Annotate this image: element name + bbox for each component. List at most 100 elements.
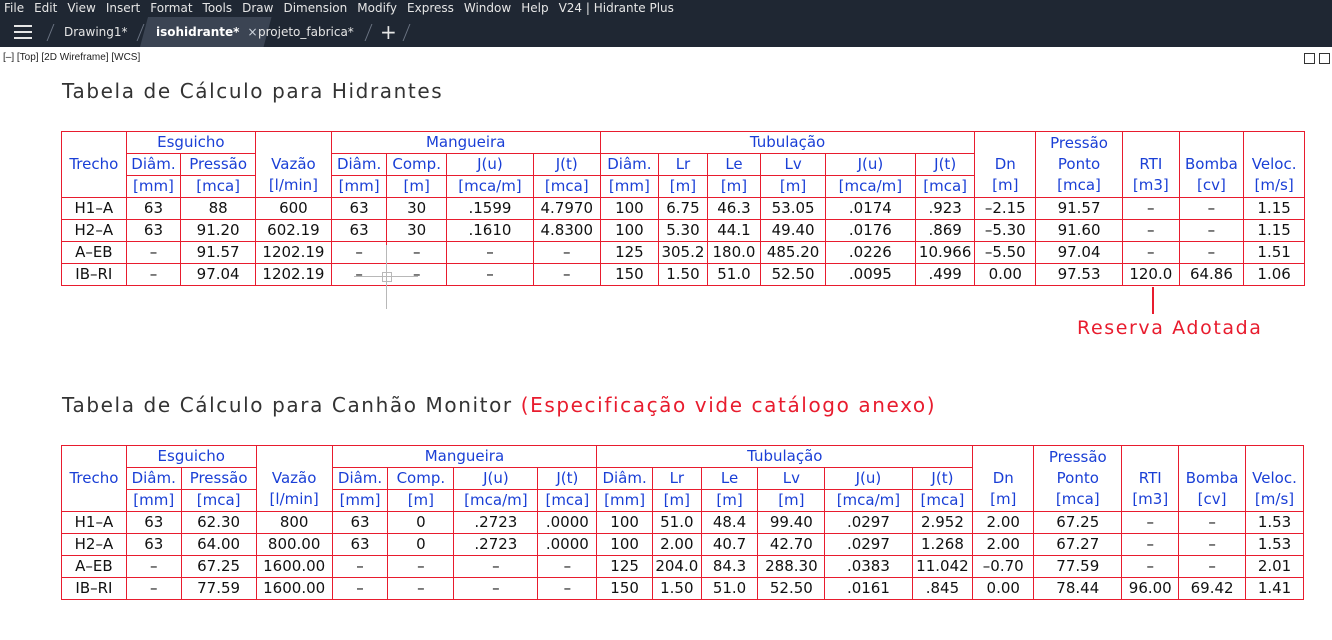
unit-tubulacao-ju: [mca/m]: [824, 489, 913, 512]
table-cell: 97.04: [1035, 241, 1123, 264]
menu-modify[interactable]: Modify: [352, 0, 402, 17]
header-tubulacao-lr: Lr: [658, 153, 708, 176]
restore-viewport-icon[interactable]: [1319, 53, 1330, 64]
table-cell: –: [1122, 197, 1180, 220]
table-cell: .2723: [453, 511, 539, 534]
viewport-controls-label[interactable]: [–] [Top] [2D Wireframe] [WCS]: [3, 52, 140, 63]
table-row: H1–A 63 88 600 63 30.1599 4.7970 100 6.75 46.3 53.…: [61, 197, 1305, 220]
tab-separator: [402, 24, 411, 41]
table-cell: –: [1122, 219, 1180, 242]
table-cell: .0000: [537, 511, 598, 534]
table-row: A–EB –67.25 1600.00– – – –125 204.0 84.3 288.30.…: [61, 555, 1304, 578]
table-cell: 100: [599, 197, 660, 220]
header-dn: Dn [m]: [972, 445, 1035, 512]
table-cell: –: [446, 263, 534, 286]
table-cell: 100: [596, 533, 653, 556]
table-cell: –: [453, 577, 539, 600]
tab-drawing1[interactable]: Drawing1*: [64, 17, 128, 47]
table-cell: 63: [125, 219, 182, 242]
table-cell: –5.50: [974, 241, 1037, 264]
viewport-window-controls[interactable]: [1300, 53, 1330, 67]
table-cell: 91.60: [1035, 219, 1123, 242]
menu-express[interactable]: Express: [402, 0, 459, 17]
table-cell: –: [125, 263, 182, 286]
table-cell: 63: [330, 197, 388, 220]
menu-help[interactable]: Help: [516, 0, 553, 17]
unit-tubulacao-lv: [m]: [760, 175, 826, 198]
table-cell: 1.41: [1245, 577, 1304, 600]
table-cell: –: [387, 577, 455, 600]
menu-window[interactable]: Window: [459, 0, 516, 17]
group-esguicho: Esguicho: [125, 131, 257, 154]
header-rti: RTI [m3]: [1121, 445, 1180, 512]
unit-mangueira-ju: [mca/m]: [446, 175, 534, 198]
unit-mangueira-diam: [mm]: [330, 175, 388, 198]
table-cell: –: [446, 241, 534, 264]
table-cell: .2723: [453, 533, 539, 556]
unit-esguicho-diam: [mm]: [125, 489, 182, 512]
tab-projeto-fabrica[interactable]: projeto_fabrica*: [258, 17, 354, 47]
table-cell: 800: [255, 511, 333, 534]
table-cell: –: [1122, 241, 1180, 264]
table2-title: Tabela de Cálculo para Canhão Monitor (E…: [62, 393, 937, 417]
unit-tubulacao-jt: [mca]: [914, 175, 976, 198]
table-cell: 1202.19: [255, 263, 332, 286]
table-cell: 1.51: [1243, 241, 1305, 264]
table-cell: 49.40: [760, 219, 826, 242]
table-cell: –: [330, 263, 388, 286]
table-cell-trecho: IB–RI: [61, 577, 127, 600]
table-cell: 2.01: [1245, 555, 1304, 578]
table-cell-trecho: H1–A: [61, 511, 127, 534]
table-cell: .0176: [824, 219, 916, 242]
table-cell: 53.05: [760, 197, 826, 220]
table-cell: –: [386, 241, 447, 264]
table-cell: 4.7970: [532, 197, 601, 220]
table-cell: 84.3: [700, 555, 759, 578]
menu-edit[interactable]: Edit: [29, 0, 62, 17]
tab-isohidrante[interactable]: isohidrante* ×: [140, 17, 272, 47]
table-cell: 63: [125, 533, 182, 556]
table-cell: 1.50: [652, 577, 702, 600]
menu-tools[interactable]: Tools: [198, 0, 238, 17]
menu-draw[interactable]: Draw: [237, 0, 278, 17]
unit-tubulacao-diam: [mm]: [596, 489, 653, 512]
menu-view[interactable]: View: [62, 0, 100, 17]
unit-esguicho-diam: [mm]: [125, 175, 182, 198]
menu-format[interactable]: Format: [145, 0, 197, 17]
table-cell: .0297: [824, 533, 913, 556]
table-cell: .0095: [824, 263, 916, 286]
table-cell-trecho: IB–RI: [61, 263, 127, 286]
table-cell: 51.0: [700, 577, 759, 600]
menu-insert[interactable]: Insert: [101, 0, 145, 17]
table-cell: 204.0: [652, 555, 702, 578]
tab-separator: [46, 24, 55, 41]
header-rti: RTI [m3]: [1122, 131, 1180, 198]
table-cell: 88: [180, 197, 257, 220]
hamburger-menu-icon[interactable]: [14, 25, 32, 39]
menu-hidrante-plus[interactable]: V24 | Hidrante Plus: [554, 0, 679, 17]
menu-file[interactable]: File: [0, 0, 29, 17]
header-tubulacao-ju: J(u): [824, 467, 913, 490]
header-pressao-ponto: Pressão Ponto [mca]: [1033, 445, 1123, 512]
unit-mangueira-ju: [mca/m]: [453, 489, 539, 512]
table-cell: –: [1178, 219, 1245, 242]
table-cell: –: [125, 241, 182, 264]
menu-dimension[interactable]: Dimension: [278, 0, 352, 17]
table-cell: 150: [596, 577, 653, 600]
table-cell: 63: [331, 533, 389, 556]
table-cell: –: [532, 263, 601, 286]
table-cell: 800.00: [255, 533, 333, 556]
table-cell: 602.19: [255, 219, 332, 242]
minimize-viewport-icon[interactable]: [1304, 53, 1315, 64]
header-mangueira-comp: Comp.: [387, 467, 455, 490]
table-cell: 125: [596, 555, 653, 578]
new-tab-plus-icon[interactable]: +: [380, 21, 397, 43]
table-cell: 1.53: [1245, 533, 1304, 556]
table-cell: 305.2: [658, 241, 708, 264]
table-cell: 288.30: [757, 555, 826, 578]
table-cell: 6.75: [658, 197, 708, 220]
close-tab-icon[interactable]: ×: [247, 25, 257, 39]
table-cell: 48.4: [700, 511, 759, 534]
table-cell: 2.952: [911, 511, 974, 534]
table-cell-trecho: H2–A: [61, 533, 127, 556]
